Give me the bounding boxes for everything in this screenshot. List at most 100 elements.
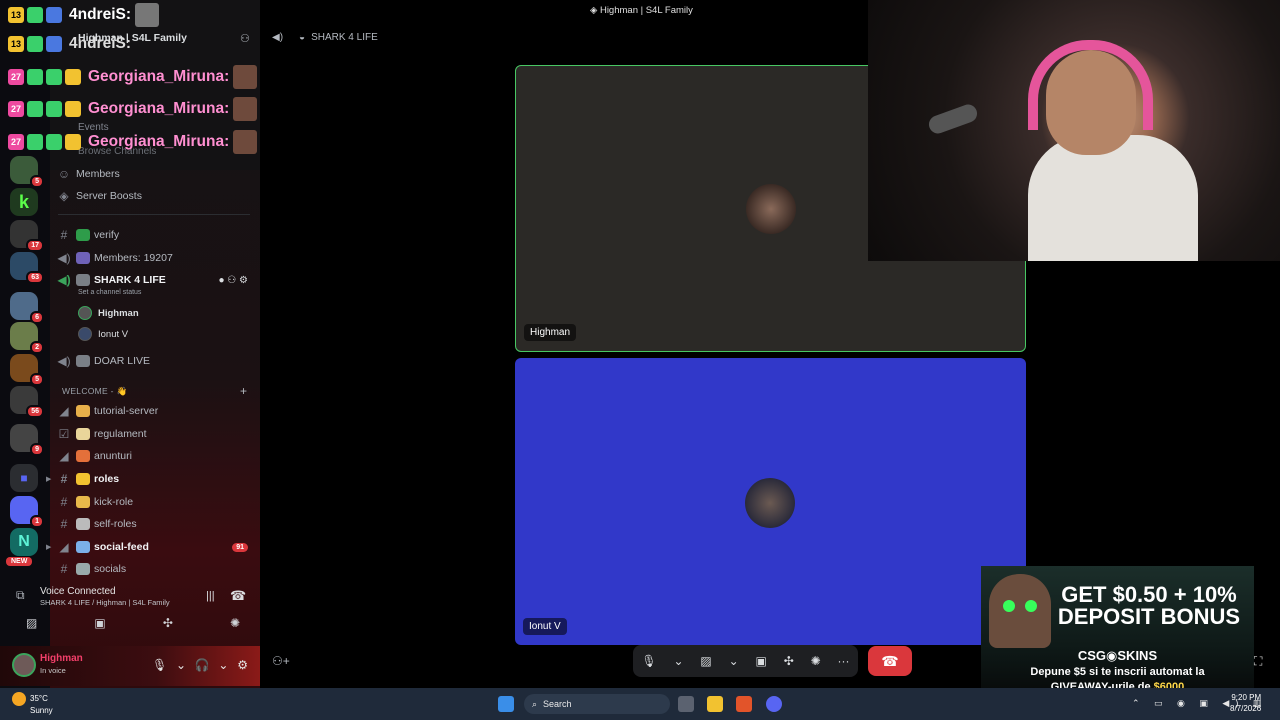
chat-emote-image — [233, 130, 258, 154]
server-boosts-link[interactable]: ◈ Server Boosts — [56, 186, 254, 206]
channel-anunturi[interactable]: ◢ anunturi — [56, 446, 254, 466]
emote-icon — [46, 36, 62, 52]
chat-emote-image — [135, 3, 160, 27]
speaker-icon: ◀) — [57, 251, 71, 265]
channel-status[interactable]: Set a channel status — [78, 289, 141, 296]
weather-widget[interactable]: 35°C Sunny — [12, 692, 53, 715]
folder-icon[interactable]: ■ — [10, 464, 38, 492]
channel-verify[interactable]: # verify — [56, 225, 254, 245]
noise-suppression-icon[interactable]: ||| — [206, 590, 215, 602]
channel-kick-role[interactable]: # kick-role — [56, 492, 254, 512]
channel-tutorial-server[interactable]: ◢ tutorial-server — [56, 401, 254, 421]
add-channel-icon[interactable]: + — [240, 384, 247, 398]
server-icon[interactable]: 1 — [10, 496, 44, 528]
server-icon[interactable]: 2 — [10, 322, 44, 354]
emote-icon — [65, 134, 81, 150]
channel-self-roles[interactable]: # self-roles — [56, 514, 254, 534]
soundboard-icon[interactable]: ✺ — [230, 616, 240, 630]
headphones-icon[interactable]: 🎧 — [195, 658, 210, 672]
gear-icon[interactable]: ⚙ — [237, 658, 248, 672]
chat-line: 13 4ndreiS: — [8, 31, 131, 57]
channel-roles[interactable]: # roles — [56, 469, 254, 489]
chat-line: 27 Georgiana_Miruna: — [8, 129, 258, 155]
chat-emote-image — [233, 65, 258, 89]
channel-members-count[interactable]: ◀) Members: 19207 — [56, 248, 254, 268]
sub-badge: 27 — [8, 69, 24, 85]
fullscreen-icon[interactable]: ⛶ — [1254, 654, 1262, 669]
gift-icon — [46, 69, 62, 85]
taskbar-search[interactable]: ⌕ Search — [524, 694, 670, 714]
windows-start-icon[interactable] — [498, 696, 514, 712]
server-icon[interactable]: 17 — [10, 220, 44, 252]
expand-caret-icon[interactable]: ▶ — [46, 543, 51, 551]
brave-browser-icon[interactable] — [736, 696, 752, 712]
camera-off-icon[interactable]: ▨ — [26, 616, 37, 630]
screen-share-icon[interactable]: ▣ — [756, 654, 767, 668]
webcam-overlay — [868, 0, 1280, 261]
chat-line: 27 Georgiana_Miruna: — [8, 64, 258, 90]
server-icon[interactable]: 63 — [10, 252, 44, 284]
chevron-down-icon[interactable]: ⌄ — [218, 658, 228, 672]
more-options-icon[interactable]: ··· — [838, 654, 850, 668]
hash-icon: # — [60, 472, 68, 486]
voice-path[interactable]: SHARK 4 LIFE / Highman | S4L Family — [40, 598, 170, 607]
channel-doar-live[interactable]: ◀) DOAR LIVE — [56, 351, 254, 371]
mascot-eye — [1003, 600, 1015, 612]
file-explorer-icon[interactable] — [707, 696, 723, 712]
channel-actions-icons[interactable]: ● ⚇ ⚙ — [218, 275, 248, 286]
disconnect-icon[interactable]: ☎ — [230, 588, 246, 604]
chat-username: Georgiana_Miruna: — [88, 68, 230, 85]
voice-status: Voice Connected — [40, 586, 116, 597]
gift-icon — [27, 36, 43, 52]
signal-icon[interactable]: ⧉ — [16, 588, 25, 603]
server-icon[interactable]: N — [10, 528, 38, 556]
activities-icon[interactable]: ✣ — [784, 654, 794, 668]
channel-shark-4-life[interactable]: ◀) SHARK 4 LIFE ● ⚇ ⚙ — [56, 270, 254, 290]
channel-label: DOAR LIVE — [94, 355, 151, 367]
expand-caret-icon[interactable]: ▶ — [46, 475, 51, 483]
add-user-icon[interactable]: ⚇+ — [272, 654, 290, 668]
server-folder-icon[interactable]: 56 — [10, 386, 44, 418]
shark-emoji-icon — [76, 355, 90, 367]
speaker-icon: ◀) — [272, 31, 284, 43]
category-welcome[interactable]: WELCOME - 👋 — [62, 386, 127, 397]
voice-user-ionut[interactable]: Ionut V — [78, 325, 128, 343]
disconnect-button[interactable]: ☎ — [868, 646, 912, 676]
studio-microphone — [926, 101, 980, 137]
chevron-down-icon[interactable]: ⌄ — [176, 658, 186, 672]
chevron-down-icon[interactable]: ⌄ — [729, 654, 739, 668]
participant-name: Ionut V — [523, 618, 567, 635]
discord-taskbar-icon[interactable] — [766, 696, 782, 712]
soundboard-icon[interactable]: ✺ — [811, 654, 821, 668]
gift-icon — [27, 101, 43, 117]
server-icon[interactable]: 5 — [10, 354, 44, 386]
user-name[interactable]: Highman — [40, 653, 83, 664]
activities-icon[interactable]: ✣ — [163, 616, 173, 630]
channel-regulament[interactable]: ☑ regulament — [56, 424, 254, 444]
channel-social-feed[interactable]: ◢ social-feed 91 — [56, 537, 254, 557]
mention-badge: 17 — [26, 239, 44, 252]
hang-up-icon: ☎ — [881, 652, 899, 669]
user-controls: 🎙 ⌄ 🎧 ⌄ ⚙ — [152, 658, 248, 672]
voice-user-highman[interactable]: Highman — [78, 304, 139, 322]
camera-off-icon[interactable]: ▨ — [700, 654, 711, 668]
screen-share-icon[interactable]: ▣ — [94, 616, 105, 630]
microphone-icon[interactable]: 🎙 — [641, 654, 656, 668]
server-folder-icon[interactable]: 9 — [10, 424, 44, 456]
channel-socials[interactable]: # socials — [56, 559, 254, 579]
gift-icon — [27, 134, 43, 150]
taskbar-clock[interactable]: 9:20 PM 8/7/2026 — [1230, 692, 1261, 714]
fire-emoji-icon — [76, 450, 90, 462]
gift-icon — [27, 7, 43, 23]
task-view-icon[interactable] — [678, 696, 694, 712]
microphone-icon[interactable]: 🎙 — [152, 658, 167, 672]
mention-badge: 2 — [30, 341, 44, 354]
emote-icon — [65, 101, 81, 117]
user-avatar[interactable] — [12, 653, 36, 677]
sub-badge: 13 — [8, 7, 24, 23]
video-tile-ionut[interactable]: Ionut V — [515, 358, 1026, 645]
avatar — [78, 327, 92, 341]
kick-server-icon[interactable]: k — [10, 188, 38, 216]
server-icon[interactable]: 6 — [10, 292, 44, 324]
chevron-down-icon[interactable]: ⌄ — [674, 654, 684, 668]
